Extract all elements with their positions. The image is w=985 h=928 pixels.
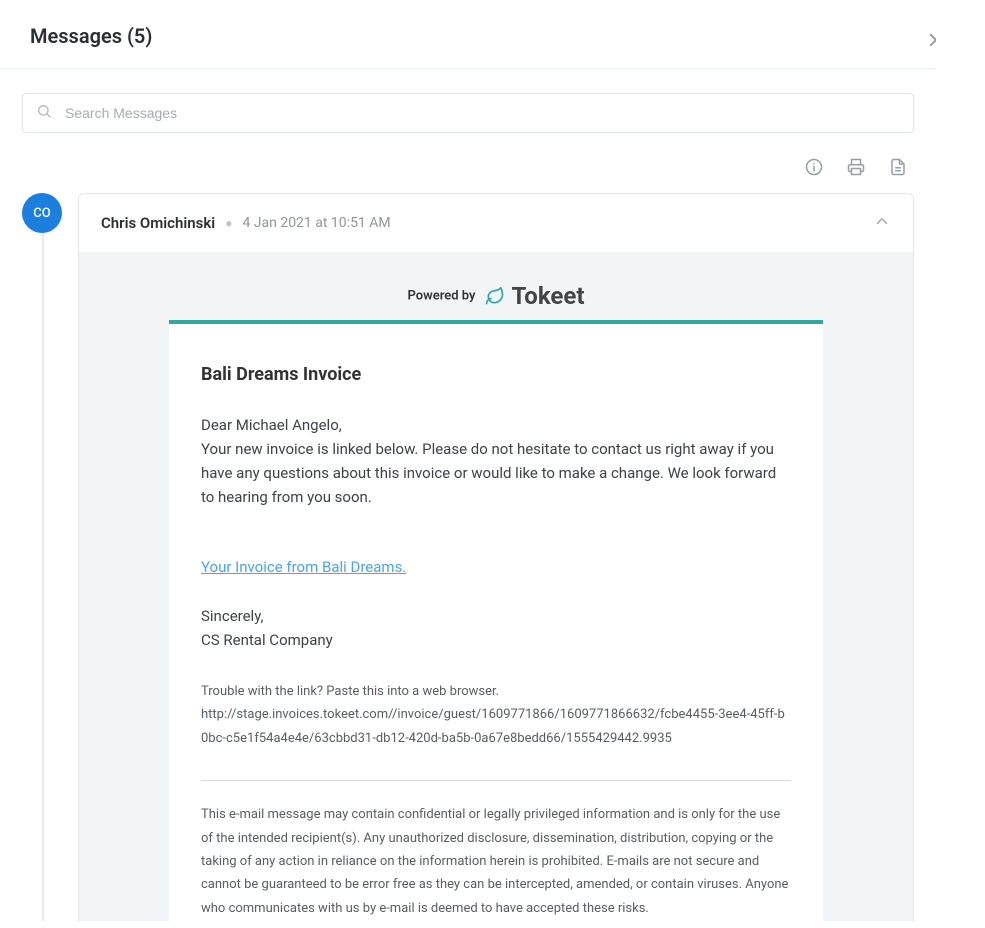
- timeline-line: [42, 231, 44, 921]
- info-icon[interactable]: [804, 157, 824, 177]
- email-content-box: Bali Dreams Invoice Dear Michael Angelo,…: [169, 320, 823, 921]
- document-icon[interactable]: [888, 157, 908, 177]
- collapse-button[interactable]: [873, 212, 891, 234]
- search-input[interactable]: [22, 93, 914, 133]
- chevron-up-icon: [873, 212, 891, 230]
- search-wrap: [22, 93, 914, 133]
- trouble-block: Trouble with the link? Paste this into a…: [201, 680, 791, 750]
- invoice-title: Bali Dreams Invoice: [201, 364, 791, 385]
- invoice-link[interactable]: Your Invoice from Bali Dreams.: [201, 558, 406, 576]
- greeting-line: Dear Michael Angelo,: [201, 413, 791, 437]
- sender-name: Chris Omichinski: [101, 214, 215, 232]
- trouble-label: Trouble with the link? Paste this into a…: [201, 680, 791, 703]
- print-icon[interactable]: [846, 157, 866, 177]
- brand-name: Tokeet: [511, 282, 584, 310]
- message-card: Chris Omichinski ● 4 Jan 2021 at 10:51 A…: [78, 193, 914, 921]
- separator-dot: ●: [225, 216, 232, 230]
- message-header: Chris Omichinski ● 4 Jan 2021 at 10:51 A…: [79, 194, 913, 252]
- powered-by-row: Powered by Tokeet: [169, 282, 823, 320]
- message-timestamp: 4 Jan 2021 at 10:51 AM: [242, 215, 390, 231]
- disclaimer-text: This e-mail message may contain confiden…: [201, 803, 791, 920]
- close-icon: [927, 31, 936, 49]
- leaf-icon: [485, 286, 505, 306]
- trouble-url: http://stage.invoices.tokeet.com//invoic…: [201, 703, 791, 750]
- powered-by-label: Powered by: [408, 289, 476, 304]
- company-line: CS Rental Company: [201, 628, 791, 652]
- avatar: CO: [22, 193, 62, 233]
- sincerely-line: Sincerely,: [201, 604, 791, 628]
- scroll-area[interactable]: CO Chris Omichinski ● 4 Jan 2021 at 10:5…: [0, 69, 936, 921]
- close-button[interactable]: [916, 20, 936, 60]
- message-toolbar: [22, 153, 914, 193]
- search-icon: [36, 103, 52, 123]
- email-body-text: Your new invoice is linked below. Please…: [201, 437, 791, 509]
- message-thread: CO Chris Omichinski ● 4 Jan 2021 at 10:5…: [22, 193, 914, 921]
- page-title: Messages (5): [30, 24, 906, 48]
- panel-header: Messages (5): [0, 0, 936, 69]
- divider: [201, 780, 791, 781]
- messages-panel: Messages (5) CO Chris Omic: [0, 0, 936, 928]
- message-body: Powered by Tokeet Bali Dreams Invoice De…: [79, 252, 913, 921]
